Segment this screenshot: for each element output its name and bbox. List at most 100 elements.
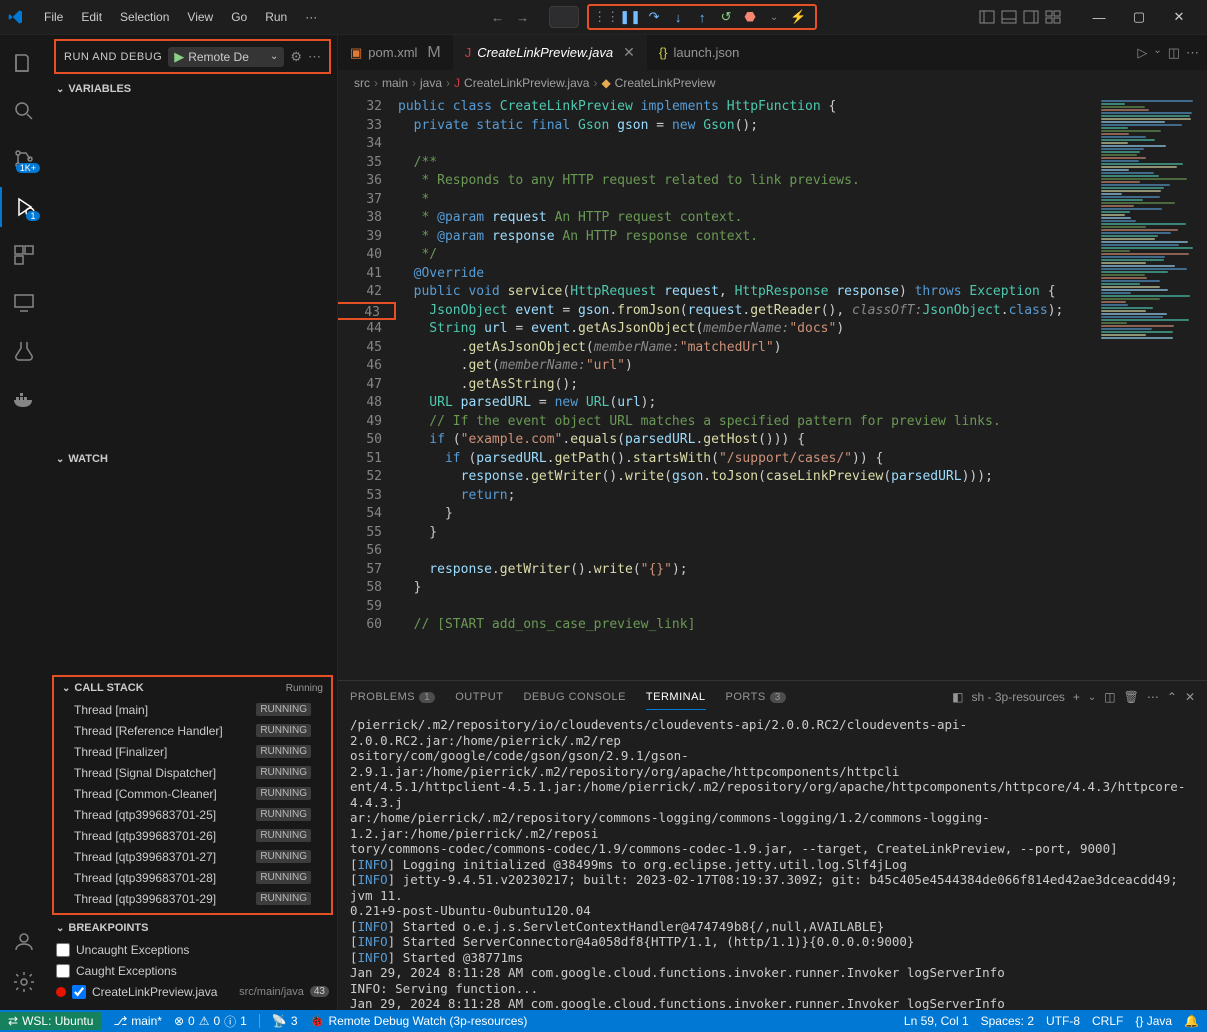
notifications-icon[interactable]: 🔔 [1184, 1014, 1199, 1028]
step-out-icon[interactable]: ↑ [693, 8, 711, 26]
explorer-icon[interactable] [0, 43, 48, 83]
breadcrumb-item[interactable]: CreateLinkPreview [615, 76, 716, 90]
layout-customize-icon[interactable] [1045, 9, 1061, 25]
cursor-position[interactable]: Ln 59, Col 1 [904, 1014, 969, 1028]
pause-icon[interactable]: ❚❚ [621, 8, 639, 26]
source-control-icon[interactable]: 1K+ [0, 139, 48, 179]
tab-terminal[interactable]: TERMINAL [646, 685, 706, 710]
thread-item[interactable]: Thread [Signal Dispatcher]RUNNING [54, 762, 331, 783]
new-terminal-icon[interactable]: + [1073, 690, 1080, 704]
hot-reload-icon[interactable]: ⚡ [789, 8, 807, 26]
thread-item[interactable]: Thread [main]RUNNING [54, 699, 331, 720]
chevron-up-icon[interactable]: ⌃ [1167, 690, 1177, 704]
tab-output[interactable]: OUTPUT [455, 685, 503, 709]
run-icon[interactable]: ▷ [1137, 45, 1147, 61]
menu-file[interactable]: File [36, 6, 71, 28]
nav-forward-icon[interactable]: → [512, 6, 533, 29]
watch-header[interactable]: ⌄ WATCH [48, 448, 337, 470]
testing-icon[interactable] [0, 331, 48, 371]
breakpoint-checkbox[interactable] [56, 964, 70, 978]
gear-icon[interactable]: ⚙ [290, 49, 302, 65]
remote-indicator[interactable]: ⇄ WSL: Ubuntu [0, 1012, 101, 1030]
thread-item[interactable]: Thread [Finalizer]RUNNING [54, 741, 331, 762]
breakpoint-file[interactable]: CreateLinkPreview.java src/main/java 43 [48, 981, 337, 1002]
layout-panel-right-icon[interactable] [1023, 9, 1039, 25]
layout-panel-bottom-icon[interactable] [1001, 9, 1017, 25]
breakpoint-caught[interactable]: Caught Exceptions [48, 960, 337, 981]
more-icon[interactable]: ⋯ [308, 49, 321, 65]
code-editor[interactable]: 3233343536373839404142434445464748495051… [338, 96, 1207, 680]
restart-icon[interactable]: ↺ [717, 8, 735, 26]
thread-item[interactable]: Thread [Common-Cleaner]RUNNING [54, 783, 331, 804]
tab-debug-console[interactable]: DEBUG CONSOLE [523, 685, 625, 709]
thread-item[interactable]: Thread [qtp399683701-26]RUNNING [54, 825, 331, 846]
tab-launch-json[interactable]: {} launch.json [647, 35, 751, 70]
layout-panel-left-icon[interactable] [979, 9, 995, 25]
chevron-down-icon[interactable]: ⌄ [1153, 45, 1161, 61]
debug-status[interactable]: 🐞 Remote Debug Watch (3p-resources) [310, 1014, 528, 1028]
breadcrumb-item[interactable]: main [382, 76, 408, 90]
split-terminal-icon[interactable]: ◫ [1104, 690, 1115, 704]
drag-handle-icon[interactable]: ⋮⋮ [597, 8, 615, 26]
chevron-down-icon[interactable]: ⌄ [1088, 692, 1096, 703]
maximize-icon[interactable]: ▢ [1119, 2, 1159, 32]
thread-item[interactable]: Thread [qtp399683701-25]RUNNING [54, 804, 331, 825]
stop-icon[interactable]: ⬣ [741, 8, 759, 26]
breakpoint-uncaught[interactable]: Uncaught Exceptions [48, 939, 337, 960]
tab-ports[interactable]: PORTS3 [726, 685, 786, 709]
run-debug-icon[interactable]: 1 [0, 187, 48, 227]
indentation[interactable]: Spaces: 2 [981, 1014, 1034, 1028]
menu-more[interactable]: ··· [297, 6, 325, 28]
tab-pom-xml[interactable]: ▣ pom.xml M [338, 35, 453, 70]
menu-go[interactable]: Go [223, 6, 255, 28]
breadcrumb-item[interactable]: java [420, 76, 442, 90]
git-branch[interactable]: ⎇ main* [113, 1014, 162, 1028]
close-tab-icon[interactable]: ✕ [623, 44, 635, 61]
thread-item[interactable]: Thread [Reference Handler]RUNNING [54, 720, 331, 741]
search-box[interactable] [549, 6, 579, 28]
chevron-down-icon[interactable]: ⌄ [765, 8, 783, 26]
trash-icon[interactable]: 🗑 [1124, 690, 1139, 704]
docker-icon[interactable] [0, 379, 48, 419]
encoding[interactable]: UTF-8 [1046, 1014, 1080, 1028]
close-icon[interactable]: ✕ [1159, 2, 1199, 32]
line-gutter[interactable]: 3233343536373839404142434445464748495051… [338, 96, 398, 680]
terminal-output[interactable]: /pierrick/.m2/repository/io/cloudevents/… [338, 713, 1207, 1010]
close-panel-icon[interactable]: ✕ [1185, 690, 1195, 704]
step-over-icon[interactable]: ↷ [645, 8, 663, 26]
breakpoints-header[interactable]: ⌄ BREAKPOINTS [48, 917, 337, 939]
extensions-icon[interactable] [0, 235, 48, 275]
more-icon[interactable]: ⋯ [1186, 45, 1199, 61]
menu-edit[interactable]: Edit [73, 6, 110, 28]
nav-back-icon[interactable]: ← [487, 6, 508, 29]
accounts-icon[interactable] [0, 922, 48, 962]
breakpoint-checkbox[interactable] [56, 943, 70, 957]
breadcrumb-item[interactable]: CreateLinkPreview.java [464, 76, 589, 90]
thread-item[interactable]: Thread [qtp399683701-28]RUNNING [54, 867, 331, 888]
variables-header[interactable]: ⌄ VARIABLES [48, 78, 337, 100]
tab-create-link-preview[interactable]: J CreateLinkPreview.java ✕ [453, 35, 647, 70]
call-stack-header[interactable]: ⌄ CALL STACK Running [54, 677, 331, 699]
remote-explorer-icon[interactable] [0, 283, 48, 323]
ports-status[interactable]: 📡3 [272, 1014, 298, 1028]
debug-config-selector[interactable]: ▶ Remote De ⌄ [168, 47, 284, 67]
terminal-selector[interactable]: sh - 3p-resources [972, 690, 1065, 704]
menu-run[interactable]: Run [257, 6, 295, 28]
language-mode[interactable]: {} Java [1135, 1014, 1172, 1028]
code-content[interactable]: public class CreateLinkPreview implement… [398, 96, 1097, 680]
settings-gear-icon[interactable] [0, 962, 48, 1002]
minimap[interactable] [1097, 96, 1207, 680]
breadcrumb[interactable]: src› main› java› J CreateLinkPreview.jav… [338, 70, 1207, 96]
eol[interactable]: CRLF [1092, 1014, 1123, 1028]
step-into-icon[interactable]: ↓ [669, 8, 687, 26]
tab-problems[interactable]: PROBLEMS1 [350, 685, 435, 709]
search-icon[interactable] [0, 91, 48, 131]
breadcrumb-item[interactable]: src [354, 76, 370, 90]
split-editor-icon[interactable]: ◫ [1168, 45, 1180, 61]
minimize-icon[interactable]: — [1079, 2, 1119, 32]
thread-item[interactable]: Thread [qtp399683701-27]RUNNING [54, 846, 331, 867]
thread-item[interactable]: Thread [qtp399683701-29]RUNNING [54, 888, 331, 909]
more-icon[interactable]: ⋯ [1147, 690, 1159, 704]
breakpoint-checkbox[interactable] [72, 985, 86, 999]
menu-selection[interactable]: Selection [112, 6, 177, 28]
